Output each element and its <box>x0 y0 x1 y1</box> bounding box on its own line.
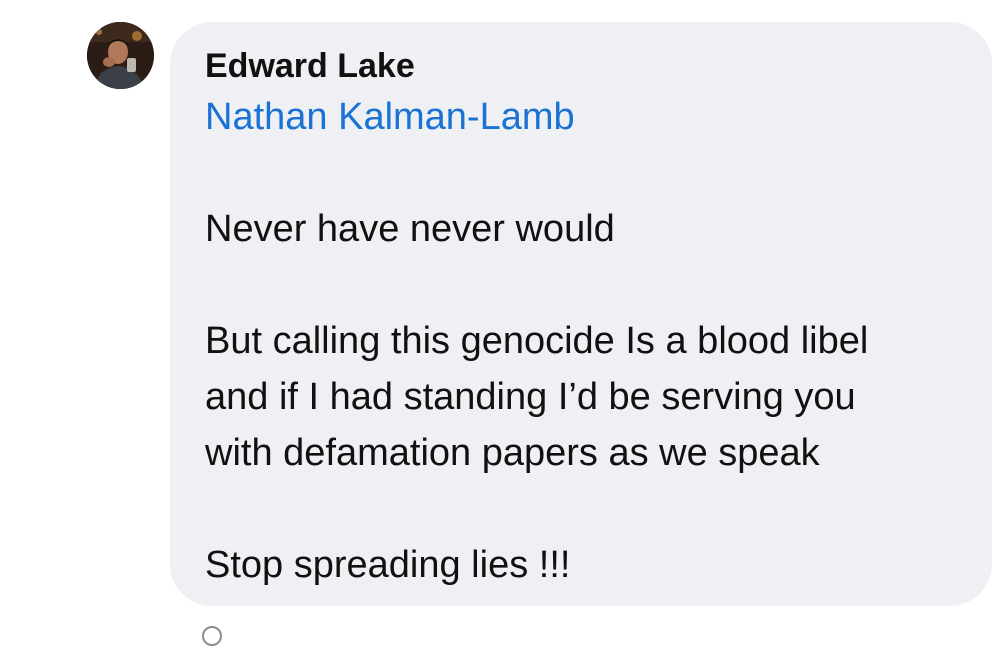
comment-text-line: Never have never would <box>205 208 615 250</box>
comment-row: Edward Lake Nathan Kalman-Lamb Never hav… <box>0 0 1000 646</box>
mention-link[interactable]: Nathan Kalman-Lamb <box>205 94 575 140</box>
comment-text-line: and if I had standing I’d be serving you <box>205 376 856 418</box>
comment-author[interactable]: Edward Lake <box>205 44 415 88</box>
reaction-icon[interactable] <box>202 626 222 646</box>
comment-text-line: Stop spreading lies !!! <box>205 544 571 586</box>
comment-text-line: with defamation papers as we speak <box>205 432 820 474</box>
comment-text-line: But calling this genocide Is a blood lib… <box>205 320 869 362</box>
avatar[interactable] <box>87 22 154 89</box>
profile-photo-icon <box>87 22 154 89</box>
